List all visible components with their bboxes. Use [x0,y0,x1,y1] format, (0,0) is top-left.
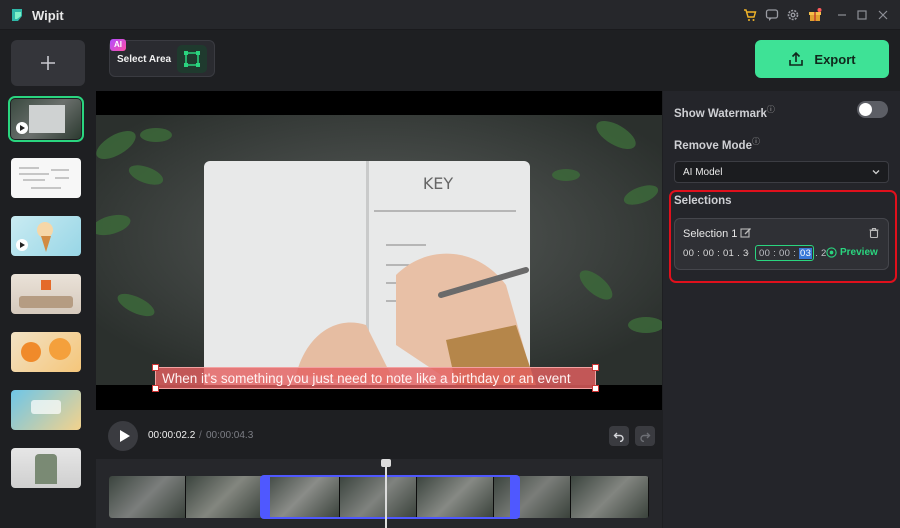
app-title: Wipit [32,8,64,23]
feedback-icon[interactable] [763,6,781,24]
eye-icon [826,247,837,258]
selection-name: Selection 1 [683,228,738,240]
video-frame: KEY [96,115,662,385]
end-time-seconds-highlight: 03 [798,248,813,259]
minimize-button[interactable] [831,4,853,26]
media-thumbnail-7[interactable] [11,448,81,488]
selection-card[interactable]: Selection 1 00 : 00 : 01 . 3 - 00 : 00 :… [674,218,889,270]
selection-start-time[interactable]: 00 : 00 : 01 . 3 [683,248,749,259]
close-button[interactable] [872,4,894,26]
select-area-frame-icon[interactable] [177,45,207,73]
ai-badge: AI [110,39,126,51]
media-thumbnail-4[interactable] [11,274,81,314]
info-icon[interactable]: ⓘ [767,105,775,114]
time-separator: / [199,430,202,441]
edit-icon[interactable] [740,227,752,239]
media-sidebar [0,31,96,528]
maximize-button[interactable] [851,4,873,26]
media-thumbnail-1[interactable] [8,96,84,142]
preview-label: Preview [840,247,878,258]
app-logo-icon [12,9,22,21]
selection-end-time-input[interactable]: 00 : 00 : 03 . 2 [755,245,826,261]
select-area-tool[interactable]: AI Select Area [109,39,215,77]
video-preview[interactable]: KEY When it's something you just need to… [96,91,662,410]
export-button[interactable]: Export [755,40,889,78]
timeline[interactable] [96,459,662,528]
subtitle-text: When it's something you just need to not… [162,371,571,386]
play-icon [16,122,28,134]
show-watermark-toggle[interactable] [857,101,888,118]
media-thumbnail-2[interactable] [11,158,81,198]
resize-handle-bottom-left[interactable] [152,385,159,392]
resize-handle-top-right[interactable] [592,364,599,371]
undo-button[interactable] [609,426,629,446]
show-watermark-label: Show Watermarkⓘ [674,105,775,120]
playhead-knob[interactable] [381,459,391,467]
time-range-dash: - [746,248,750,259]
remove-mode-label: Remove Modeⓘ [674,137,760,152]
selections-label: Selections [674,195,732,207]
export-upload-icon [789,51,804,66]
promo-gift-icon[interactable] [806,6,824,24]
preview-button[interactable]: Preview [826,247,878,258]
current-time: 00:00:02.2 [148,430,196,441]
play-button[interactable] [108,421,138,451]
resize-handle-top-left[interactable] [152,364,159,371]
playback-controls: 00:00:02.2 / 00:00:04.3 [96,411,662,459]
select-area-label: Select Area [117,54,172,65]
redo-icon [640,432,651,442]
redo-button[interactable] [635,426,655,446]
info-icon[interactable]: ⓘ [752,137,760,146]
watermark-selection-box[interactable]: When it's something you just need to not… [152,364,599,392]
plus-icon [41,56,55,70]
media-thumbnail-6[interactable] [11,390,81,430]
undo-icon [613,432,624,442]
trash-icon[interactable] [868,227,880,239]
total-time: 00:00:04.3 [206,430,254,441]
media-thumbnail-3[interactable] [11,216,81,256]
remove-mode-select[interactable]: AI Model [674,161,889,183]
settings-gear-icon[interactable] [784,6,802,24]
notebook-heading: KEY [423,174,454,193]
export-label: Export [814,51,856,67]
resize-handle-bottom-right[interactable] [592,385,599,392]
chevron-down-icon [872,170,880,175]
media-thumbnail-5[interactable] [11,332,81,372]
title-bar: Wipit [0,0,900,30]
playhead[interactable] [385,459,387,528]
play-icon [16,239,28,251]
cart-icon[interactable] [741,6,759,24]
add-media-button[interactable] [11,40,85,86]
selection-time-range[interactable] [260,475,520,519]
settings-panel: Show Watermarkⓘ Remove Modeⓘ AI Model Se… [663,91,900,528]
remove-mode-value: AI Model [683,167,723,178]
